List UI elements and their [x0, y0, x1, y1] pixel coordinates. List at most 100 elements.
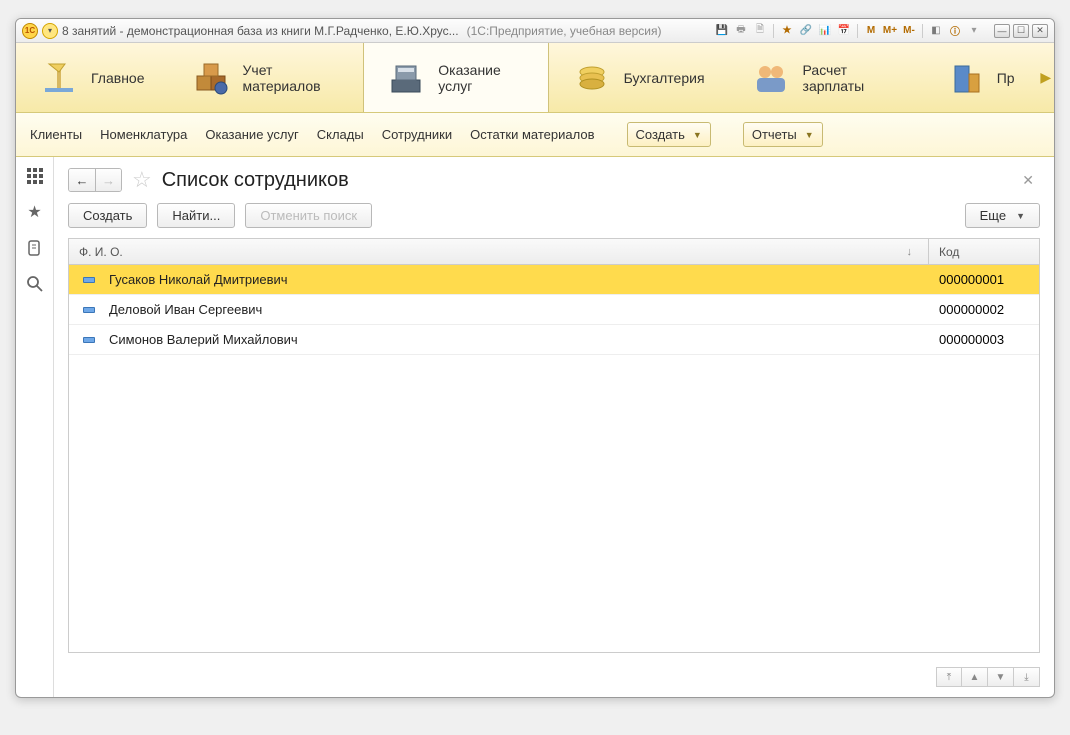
employees-table: Ф. И. О. ↓ Код Гусаков Николай Дмитриеви…: [68, 238, 1040, 653]
separator: [857, 24, 858, 38]
create-label: Создать: [636, 127, 685, 142]
cash-register-icon: [386, 58, 426, 98]
section-enterprise[interactable]: Пр: [922, 43, 1038, 112]
cell-code: 000000001: [929, 272, 1039, 287]
favorite-icon[interactable]: ★: [779, 23, 795, 39]
more-label: Еще: [980, 208, 1006, 223]
titlebar-tools: 💾 🖶 🗎 ★ 🔗 📊 📅 M M+ M- ◧ ⓘ ▾ — ☐ ✕: [714, 23, 1048, 39]
search-icon[interactable]: [26, 275, 44, 293]
left-rail: ★: [16, 157, 54, 697]
close-page-button[interactable]: ✕: [1016, 170, 1040, 191]
history-icon[interactable]: [26, 239, 44, 257]
print-preview-icon[interactable]: 🗎: [752, 23, 768, 39]
create-dropdown[interactable]: Создать ▼: [627, 122, 711, 147]
section-label: Оказание услуг: [438, 62, 525, 94]
reports-label: Отчеты: [752, 127, 797, 142]
caret-down-icon: ▼: [693, 130, 702, 140]
section-accounting[interactable]: Бухгалтерия: [549, 43, 728, 112]
calendar-icon[interactable]: 📅: [836, 23, 852, 39]
table-body: Гусаков Николай Дмитриевич 000000001 Делов…: [69, 265, 1039, 652]
section-bar: Главное Учет материалов Оказание услуг Б…: [16, 43, 1054, 113]
content-area: ← → ☆ Список сотрудников ✕ Создать Найти…: [54, 157, 1054, 697]
memory-mminus-button[interactable]: M-: [901, 23, 917, 39]
cell-name: Деловой Иван Сергеевич: [69, 302, 929, 317]
memory-mplus-button[interactable]: M+: [882, 23, 898, 39]
employee-code: 000000002: [939, 302, 1004, 317]
scroll-controls: ⤒ ▲ ▼ ⤓: [68, 667, 1040, 687]
maximize-button[interactable]: ☐: [1013, 24, 1029, 38]
menu-employees[interactable]: Сотрудники: [382, 127, 452, 142]
desk-lamp-icon: [39, 58, 79, 98]
section-label: Бухгалтерия: [624, 70, 705, 86]
memory-m-button[interactable]: M: [863, 23, 879, 39]
section-salary[interactable]: Расчет зарплаты: [728, 43, 922, 112]
employee-name: Гусаков Николай Дмитриевич: [109, 272, 288, 287]
cell-code: 000000003: [929, 332, 1039, 347]
scroll-down-button[interactable]: ▼: [988, 667, 1014, 687]
table-row[interactable]: Гусаков Николай Дмитриевич 000000001: [69, 265, 1039, 295]
command-bar: Клиенты Номенклатура Оказание услуг Скла…: [16, 113, 1054, 157]
section-main[interactable]: Главное: [16, 43, 168, 112]
application-window: 1C ▾ 8 занятий - демонстрационная база и…: [15, 18, 1055, 698]
apps-grid-icon[interactable]: [26, 167, 44, 185]
print-icon[interactable]: 🖶: [733, 23, 749, 39]
employee-code: 000000003: [939, 332, 1004, 347]
record-icon: [83, 337, 95, 343]
employee-code: 000000001: [939, 272, 1004, 287]
more-button[interactable]: Еще ▼: [965, 203, 1040, 228]
minimize-button[interactable]: —: [994, 24, 1010, 38]
content-header: ← → ☆ Список сотрудников ✕: [68, 167, 1040, 193]
record-icon: [83, 277, 95, 283]
titlebar: 1C ▾ 8 занятий - демонстрационная база и…: [16, 19, 1054, 43]
caret-down-icon: ▼: [1016, 211, 1025, 221]
create-button[interactable]: Создать: [68, 203, 147, 228]
favorite-toggle-icon[interactable]: ☆: [132, 167, 152, 193]
separator: [922, 24, 923, 38]
favorites-star-icon[interactable]: ★: [26, 203, 44, 221]
menu-nomenclature[interactable]: Номенклатура: [100, 127, 187, 142]
menu-warehouses[interactable]: Склады: [317, 127, 364, 142]
nav-forward-button[interactable]: →: [95, 169, 121, 191]
menu-remains[interactable]: Остатки материалов: [470, 127, 594, 142]
nav-back-button[interactable]: ←: [69, 169, 95, 191]
scroll-up-button[interactable]: ▲: [962, 667, 988, 687]
save-icon[interactable]: 💾: [714, 23, 730, 39]
cell-name: Гусаков Николай Дмитриевич: [69, 272, 929, 287]
section-label: Расчет зарплаты: [803, 62, 899, 94]
find-button[interactable]: Найти...: [157, 203, 235, 228]
coins-icon: [572, 58, 612, 98]
column-header-name[interactable]: Ф. И. О. ↓: [69, 239, 929, 264]
boxes-icon: [191, 58, 231, 98]
nav-buttons: ← →: [68, 168, 122, 192]
close-button[interactable]: ✕: [1032, 24, 1048, 38]
window-title: 8 занятий - демонстрационная база из кни…: [62, 24, 459, 38]
reports-dropdown[interactable]: Отчеты ▼: [743, 122, 823, 147]
section-services[interactable]: Оказание услуг: [363, 43, 548, 112]
cell-name: Симонов Валерий Михайлович: [69, 332, 929, 347]
sections-scroll-right[interactable]: ▶: [1038, 43, 1054, 112]
window-subtitle: (1С:Предприятие, учебная версия): [467, 24, 662, 38]
section-materials[interactable]: Учет материалов: [168, 43, 364, 112]
panel-layout-icon[interactable]: ◧: [928, 23, 944, 39]
info-dropdown-icon[interactable]: ▾: [966, 23, 982, 39]
menu-services[interactable]: Оказание услуг: [205, 127, 298, 142]
column-header-code[interactable]: Код: [929, 239, 1039, 264]
table-row[interactable]: Деловой Иван Сергеевич 000000002: [69, 295, 1039, 325]
building-icon: [945, 58, 985, 98]
caret-down-icon: ▼: [805, 130, 814, 140]
employee-name: Деловой Иван Сергеевич: [109, 302, 262, 317]
quick-menu-icon[interactable]: ▾: [42, 23, 58, 39]
info-icon[interactable]: ⓘ: [947, 23, 963, 39]
calculator-icon[interactable]: 📊: [817, 23, 833, 39]
table-row[interactable]: Симонов Валерий Михайлович 000000003: [69, 325, 1039, 355]
cancel-find-button[interactable]: Отменить поиск: [245, 203, 372, 228]
employee-name: Симонов Валерий Михайлович: [109, 332, 298, 347]
app-icon-1c[interactable]: 1C: [22, 23, 38, 39]
link-icon[interactable]: 🔗: [798, 23, 814, 39]
people-icon: [751, 58, 791, 98]
scroll-bottom-button[interactable]: ⤓: [1014, 667, 1040, 687]
scroll-top-button[interactable]: ⤒: [936, 667, 962, 687]
header-code-label: Код: [939, 245, 959, 259]
menu-clients[interactable]: Клиенты: [30, 127, 82, 142]
section-label: Главное: [91, 70, 145, 86]
